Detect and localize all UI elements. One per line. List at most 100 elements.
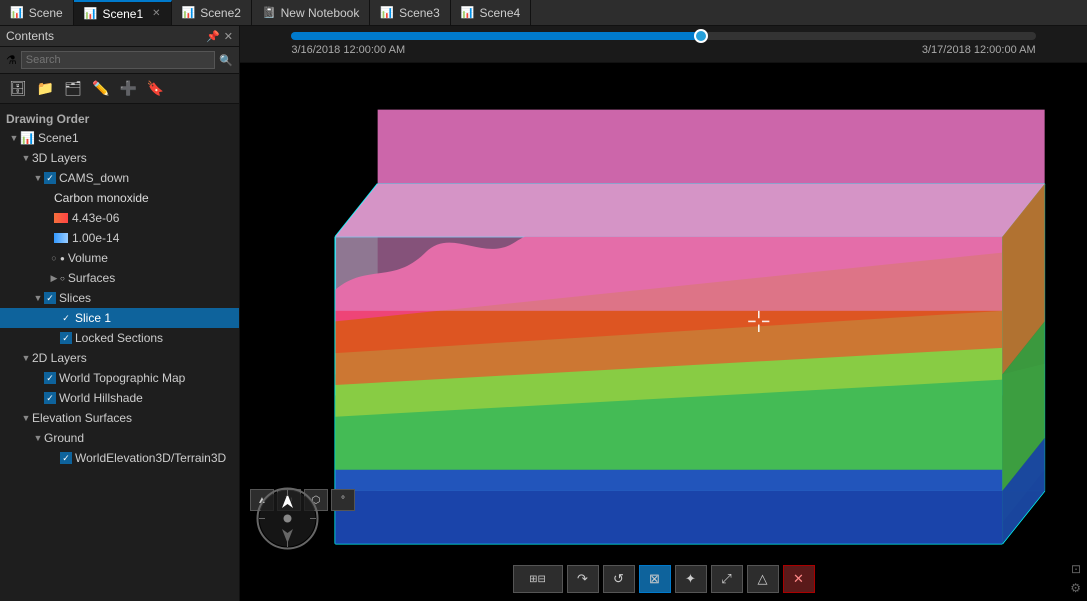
tree-item-locked-sections[interactable]: ✓ Locked Sections bbox=[0, 328, 239, 348]
tab-scene4-label: Scene4 bbox=[479, 6, 520, 20]
color-swatch-low bbox=[54, 233, 68, 243]
scene-icon: 📊 bbox=[20, 131, 35, 145]
tree-item-ground[interactable]: ▼ Ground bbox=[0, 428, 239, 448]
tab-scene[interactable]: 📊 Scene bbox=[0, 0, 74, 25]
expander-cams[interactable]: ▼ bbox=[32, 173, 44, 183]
contents-title: Contents bbox=[6, 29, 54, 43]
tree-label-slices: Slices bbox=[59, 291, 91, 305]
checkbox-slice1[interactable]: ✓ bbox=[60, 312, 72, 324]
scene-view: 3/16/2018 12:00:00 AM 3/17/2018 12:00:00… bbox=[240, 26, 1087, 601]
checkbox-slices[interactable]: ✓ bbox=[44, 292, 56, 304]
terrain-visualization bbox=[240, 63, 1087, 601]
tree-item-slices[interactable]: ▼ ✓ Slices bbox=[0, 288, 239, 308]
tree-item-2d-layers[interactable]: ▼ 2D Layers bbox=[0, 348, 239, 368]
expander-elevation[interactable]: ▼ bbox=[20, 413, 32, 423]
timeline-track[interactable] bbox=[291, 32, 1035, 40]
tab-close-icon[interactable]: ✕ bbox=[152, 8, 160, 19]
pin-icon[interactable]: 📌 bbox=[206, 30, 220, 43]
expander-volume[interactable]: ○ bbox=[48, 253, 60, 263]
settings-icon[interactable]: ⚙ bbox=[1070, 581, 1081, 595]
panel-icon[interactable]: ⊡ bbox=[1071, 562, 1081, 576]
tree-item-3d-layers[interactable]: ▼ 3D Layers bbox=[0, 148, 239, 168]
checkbox-world-topo[interactable]: ✓ bbox=[44, 372, 56, 384]
notebook-tab-icon: 📓 bbox=[262, 6, 276, 19]
grid-btn[interactable]: ⊠ bbox=[639, 565, 671, 593]
header-actions: 📌 ✕ bbox=[206, 30, 233, 43]
tree-label-2d-layers: 2D Layers bbox=[32, 351, 87, 365]
circle-surfaces: ○ bbox=[60, 274, 65, 283]
tree-label-scene1: Scene1 bbox=[38, 131, 79, 145]
timeline-thumb[interactable] bbox=[694, 29, 708, 43]
nav-compass[interactable] bbox=[255, 486, 320, 551]
contents-header: Contents 📌 ✕ bbox=[0, 26, 239, 47]
timeline-bar[interactable]: 3/16/2018 12:00:00 AM 3/17/2018 12:00:00… bbox=[240, 26, 1087, 63]
tree-item-world-hillshade[interactable]: ✓ World Hillshade bbox=[0, 388, 239, 408]
select-feature-btn[interactable]: ⊞⊟ bbox=[513, 565, 563, 593]
add-icon[interactable]: ➕ bbox=[116, 78, 139, 99]
tab-bar: 📊 Scene 📊 Scene1 ✕ 📊 Scene2 📓 New Notebo… bbox=[0, 0, 1087, 26]
tree-label-val1: 4.43e-06 bbox=[72, 211, 119, 225]
navigate-btn[interactable]: ⤢ bbox=[711, 565, 743, 593]
rotate-btn[interactable]: ↷ bbox=[567, 565, 599, 593]
nav-icon-4[interactable]: ° bbox=[331, 489, 355, 511]
edit-icon[interactable]: ✏️ bbox=[89, 78, 112, 99]
extrude-btn[interactable]: △ bbox=[747, 565, 779, 593]
tree-item-surfaces[interactable]: ▶ ○ Surfaces bbox=[0, 268, 239, 288]
layer-icon[interactable]: 🗂 bbox=[61, 78, 85, 99]
tab-scene3[interactable]: 📊 Scene3 bbox=[370, 0, 450, 25]
scene3-tab-icon: 📊 bbox=[380, 6, 394, 19]
checkbox-cams[interactable]: ✓ bbox=[44, 172, 56, 184]
timeline-fill bbox=[291, 32, 700, 40]
expander-slices[interactable]: ▼ bbox=[32, 293, 44, 303]
close-scene-btn[interactable]: ✕ bbox=[783, 565, 815, 593]
tree-label-ground: Ground bbox=[44, 431, 84, 445]
tab-scene1-label: Scene1 bbox=[102, 7, 143, 21]
tree-item-volume[interactable]: ○ ● Volume bbox=[0, 248, 239, 268]
drawing-order-label: Drawing Order bbox=[0, 108, 239, 128]
search-input[interactable] bbox=[21, 51, 216, 69]
tree-label-volume: Volume bbox=[68, 251, 108, 265]
tree-item-carbon: Carbon monoxide bbox=[0, 188, 239, 208]
tree-item-world-elevation[interactable]: ✓ WorldElevation3D/Terrain3D bbox=[0, 448, 239, 468]
tree-label-elevation: Elevation Surfaces bbox=[32, 411, 132, 425]
checkbox-hillshade[interactable]: ✓ bbox=[44, 392, 56, 404]
tab-scene1[interactable]: 📊 Scene1 ✕ bbox=[74, 0, 172, 25]
pan-btn[interactable]: ✦ bbox=[675, 565, 707, 593]
folder-icon[interactable]: 📁 bbox=[34, 78, 57, 99]
scene-canvas[interactable]: ▲ ↻ ⬡ ° bbox=[240, 63, 1087, 601]
scene-bottom-toolbar: ⊞⊟ ↷ ↺ ⊠ ✦ ⤢ △ ✕ bbox=[240, 565, 1087, 593]
orbit-btn[interactable]: ↺ bbox=[603, 565, 635, 593]
expander-ground[interactable]: ▼ bbox=[32, 433, 44, 443]
tree-label-carbon: Carbon monoxide bbox=[54, 191, 149, 205]
bullet-volume: ● bbox=[60, 254, 65, 263]
tree-item-cams-down[interactable]: ▼ ✓ CAMS_down bbox=[0, 168, 239, 188]
tree-label-3d-layers: 3D Layers bbox=[32, 151, 87, 165]
tree-item-slice1[interactable]: ✓ Slice 1 bbox=[0, 308, 239, 328]
tree-item-scene1[interactable]: ▼ 📊 Scene1 bbox=[0, 128, 239, 148]
tab-new-notebook[interactable]: 📓 New Notebook bbox=[252, 0, 370, 25]
database-icon[interactable]: 🗄 bbox=[6, 78, 30, 99]
tree-label-world-topo: World Topographic Map bbox=[59, 371, 185, 385]
scene2-tab-icon: 📊 bbox=[182, 6, 196, 19]
tree-label-val2: 1.00e-14 bbox=[72, 231, 119, 245]
expander-3d-layers[interactable]: ▼ bbox=[20, 153, 32, 163]
tab-scene4[interactable]: 📊 Scene4 bbox=[451, 0, 531, 25]
expander-scene1[interactable]: ▼ bbox=[8, 133, 20, 143]
timeline-start-date: 3/16/2018 12:00:00 AM bbox=[291, 44, 405, 56]
tree-label-slice1: Slice 1 bbox=[75, 311, 111, 325]
timeline-labels: 3/16/2018 12:00:00 AM 3/17/2018 12:00:00… bbox=[291, 44, 1035, 56]
tree-label-hillshade: World Hillshade bbox=[59, 391, 143, 405]
tree-item-elevation-surfaces[interactable]: ▼ Elevation Surfaces bbox=[0, 408, 239, 428]
expander-2d-layers[interactable]: ▼ bbox=[20, 353, 32, 363]
tree-item-val1: 4.43e-06 bbox=[0, 208, 239, 228]
tab-notebook-label: New Notebook bbox=[281, 6, 360, 20]
close-panel-icon[interactable]: ✕ bbox=[224, 30, 233, 43]
search-icon[interactable]: 🔍 bbox=[219, 54, 233, 67]
expander-surfaces[interactable]: ▶ bbox=[48, 273, 60, 284]
bookmark-icon[interactable]: 🔖 bbox=[144, 78, 167, 99]
checkbox-world-elev[interactable]: ✓ bbox=[60, 452, 72, 464]
tree-item-world-topo[interactable]: ✓ World Topographic Map bbox=[0, 368, 239, 388]
checkbox-locked[interactable]: ✓ bbox=[60, 332, 72, 344]
contents-toolbar: 🗄 📁 🗂 ✏️ ➕ 🔖 bbox=[0, 74, 239, 104]
tab-scene2[interactable]: 📊 Scene2 bbox=[172, 0, 252, 25]
